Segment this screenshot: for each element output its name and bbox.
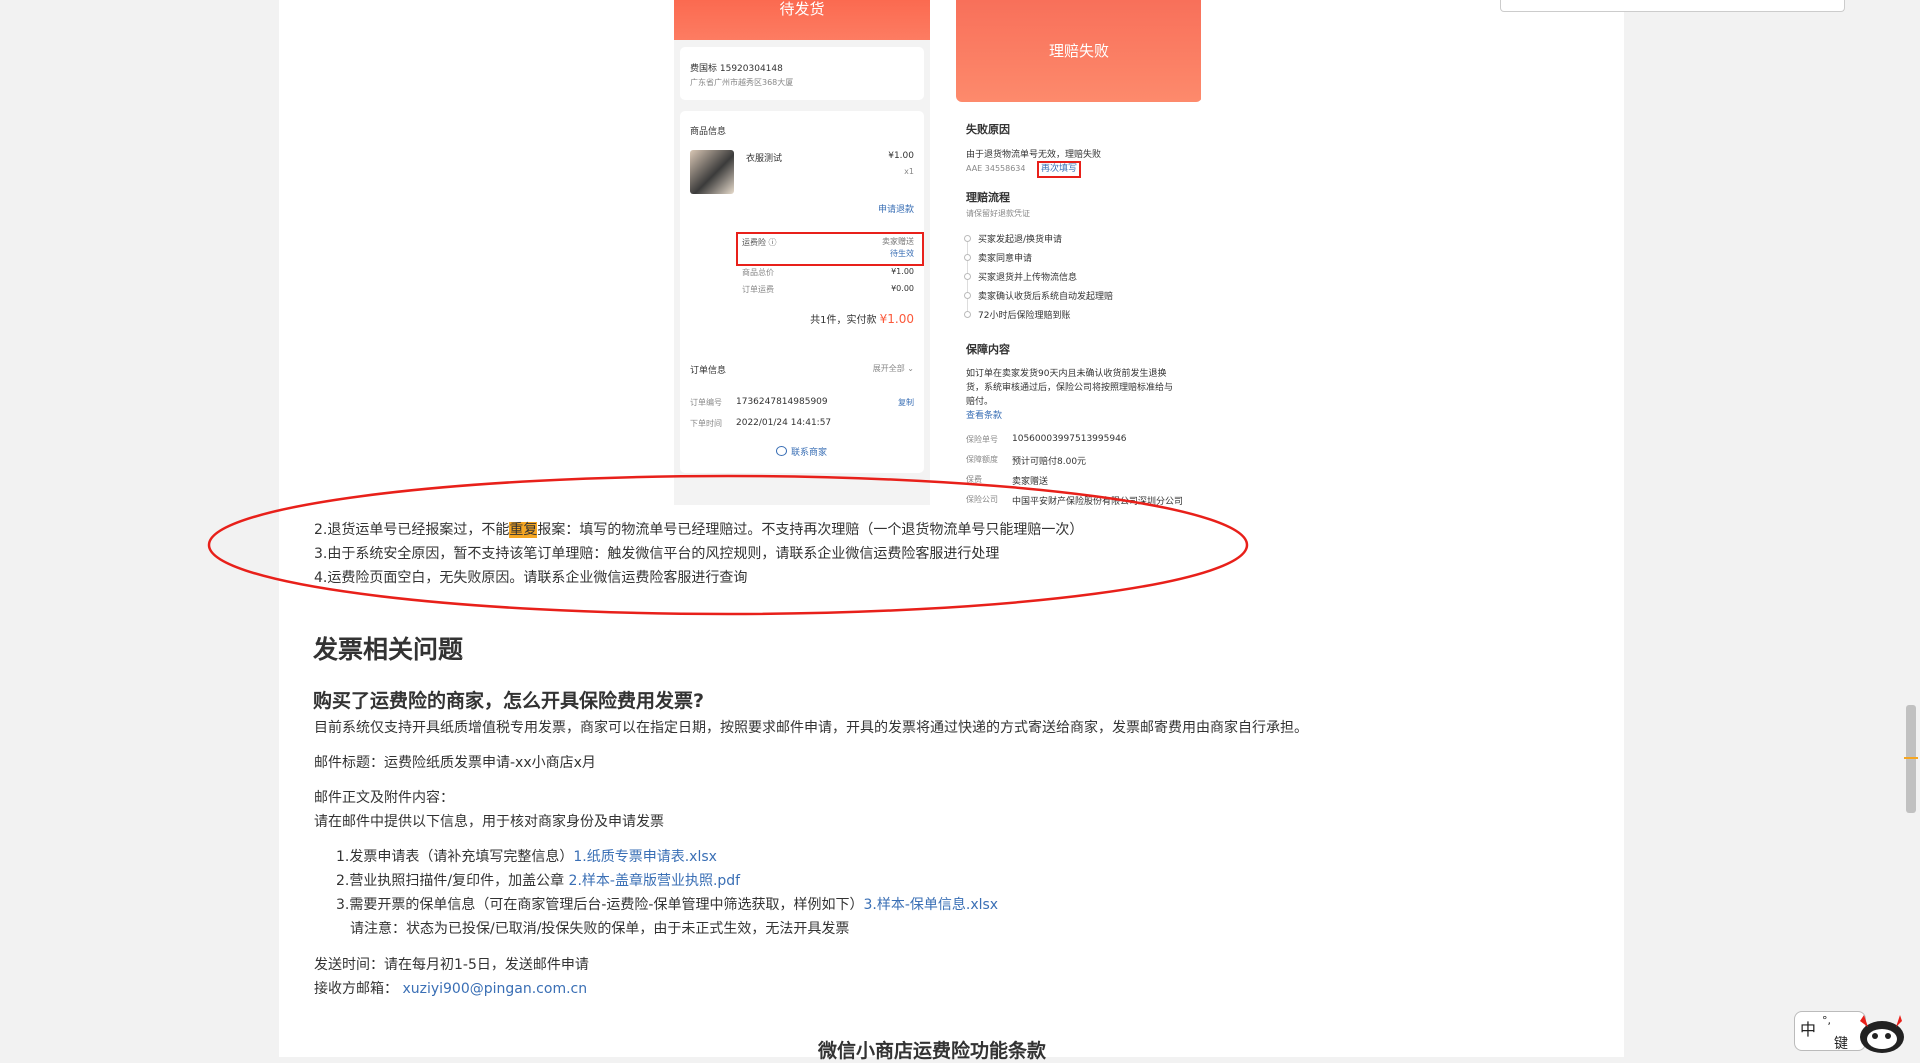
contact-merchant-label: 联系商家 xyxy=(791,448,828,458)
reason-line-2: 2.退货运单号已经报案过，不能重复报案：填写的物流单号已经理赔过。不支持再次理赔… xyxy=(314,519,1083,539)
list-item-3: 3.需要开票的保单信息（可在商家管理后台-运费险-保单管理中筛选获取，样例如下）… xyxy=(336,894,998,914)
email-subject: 邮件标题：运费险纸质发票申请-xx小商店x月 xyxy=(314,755,596,771)
freight-insurance-value: 卖家赠送 xyxy=(882,237,914,246)
goods-title: 商品信息 xyxy=(690,127,727,137)
flow-dot xyxy=(964,311,971,318)
reason-line-4: 4.运费险页面空白，无失败原因。请联系企业微信运费险客服进行查询 xyxy=(314,570,748,586)
flow-step-4: 卖家确认收货后系统自动发起理赔 xyxy=(978,292,1114,302)
receiver-email-label: 接收方邮箱： xyxy=(314,981,398,997)
invoice-intro: 目前系统仅支持开具纸质增值税专用发票，商家可以在指定日期，按照要求邮件申请，开具… xyxy=(314,720,1308,736)
receiver-email-link[interactable]: xuziyi900@pingan.com.cn xyxy=(402,981,587,997)
view-terms-link[interactable]: 查看条款 xyxy=(966,408,1002,421)
scrollbar-thumb[interactable] xyxy=(1906,705,1916,813)
order-total: 共1件，实付款 ¥1.00 xyxy=(810,311,914,326)
flow-step-5: 72小时后保险理赔到账 xyxy=(978,311,1071,321)
send-time: 发送时间：请在每月初1-5日，发送邮件申请 xyxy=(314,957,589,973)
flow-dot xyxy=(964,235,971,242)
order-info-card: 订单信息 展开全部 ⌄ 订单编号 1736247814985909 复制 下单时… xyxy=(680,348,924,473)
flow-title: 理赔流程 xyxy=(966,191,1010,204)
scroll-marker xyxy=(1904,757,1918,759)
ime-mascot-icon xyxy=(1860,1015,1904,1053)
invoice-question-heading: 购买了运费险的商家，怎么开具保险费用发票? xyxy=(313,690,705,712)
claim-detail-screenshot: 理赔失败 失败原因 由于退货物流单号无效，理赔失败 AAE 34558634 再… xyxy=(945,0,1201,505)
email-body-title: 邮件正文及附件内容： xyxy=(314,790,454,806)
address-name: 费国标 15920304148 xyxy=(690,64,783,74)
fail-title: 失败原因 xyxy=(966,123,1010,136)
email-body-desc: 请在邮件中提供以下信息，用于核对商家身份及申请发票 xyxy=(314,814,664,830)
refill-button[interactable]: 再次填写 xyxy=(1037,161,1082,178)
license-sample-link[interactable]: 2.样本-盖章版营业执照.pdf xyxy=(569,873,741,889)
claim-status-header: 理赔失败 xyxy=(956,0,1201,102)
order-time-value: 2022/01/24 14:41:57 xyxy=(736,418,832,428)
invoice-section-heading: 发票相关问题 xyxy=(313,635,464,664)
coverage-text-1: 如订单在卖家发货90天内且未确认收货前发生退换 xyxy=(966,369,1167,379)
chat-icon xyxy=(776,446,787,456)
flow-dot xyxy=(964,292,971,299)
freight-insurance-status[interactable]: 待生效 xyxy=(890,248,914,259)
expand-all[interactable]: 展开全部 ⌄ xyxy=(873,363,914,374)
flow-subtitle: 请保留好退款凭证 xyxy=(966,209,1030,218)
goods-total-value: ¥1.00 xyxy=(891,267,914,276)
order-no-value: 1736247814985909 xyxy=(736,397,828,407)
invoice-note: 请注意：状态为已投保/已取消/投保失败的保单，由于未正式生效，无法开具发票 xyxy=(350,921,850,937)
goods-card: 商品信息 衣服测试 ¥1.00 x1 申请退款 运费险 ⓘ 卖家赠送 待生效 商… xyxy=(680,111,924,373)
order-no-label: 订单编号 xyxy=(690,398,722,407)
contact-merchant-button[interactable]: 联系商家 xyxy=(776,445,827,458)
order-total-prefix: 共1件，实付款 xyxy=(810,315,877,326)
coverage-title: 保障内容 xyxy=(966,343,1010,356)
shipping-value: ¥0.00 xyxy=(891,284,914,293)
ime-keyboard[interactable]: 键 xyxy=(1834,1033,1848,1053)
list-item-2: 2.营业执照扫描件/复印件，加盖公章 2.样本-盖章版营业执照.pdf xyxy=(336,870,740,890)
floating-panel xyxy=(1500,0,1845,12)
policy-no-label: 保险单号 xyxy=(966,435,998,444)
fail-tracking: AAE 34558634 xyxy=(966,164,1026,173)
address-card: 费国标 15920304148 广东省广州市越秀区368大厦 xyxy=(680,47,924,100)
ime-lang[interactable]: 中 xyxy=(1800,1016,1816,1040)
receiver-email: 接收方邮箱： xuziyi900@pingan.com.cn xyxy=(314,978,587,998)
order-status: 待发货 xyxy=(779,0,825,18)
order-time-label: 下单时间 xyxy=(690,419,722,428)
goods-total-label: 商品总价 xyxy=(742,268,774,277)
address-detail: 广东省广州市越秀区368大厦 xyxy=(690,78,794,87)
list-item-2-text: 2.营业执照扫描件/复印件，加盖公章 xyxy=(336,873,565,889)
order-info-title: 订单信息 xyxy=(690,366,727,376)
policy-sample-link[interactable]: 3.样本-保单信息.xlsx xyxy=(863,897,998,913)
reason-line-2-a: 2.退货运单号已经报案过，不能 xyxy=(314,522,510,538)
goods-name: 衣服测试 xyxy=(746,154,783,164)
reason-line-2-b: 报案：填写的物流单号已经理赔过。不支持再次理赔（一个退货物流单号只能理赔一次） xyxy=(537,522,1084,538)
ime-punct[interactable]: °, xyxy=(1822,1014,1831,1027)
flow-step-3: 买家退货并上传物流信息 xyxy=(978,273,1078,283)
refund-link[interactable]: 申请退款 xyxy=(878,202,914,215)
list-item-1-text: 1.发票申请表（请补充填写完整信息） xyxy=(336,849,574,865)
invoice-form-link[interactable]: 1.纸质专票申请表.xlsx xyxy=(573,849,717,865)
flow-dot xyxy=(964,273,971,280)
list-item-1: 1.发票申请表（请补充填写完整信息）1.纸质专票申请表.xlsx xyxy=(336,846,717,866)
flow-step-2: 卖家同意申请 xyxy=(978,254,1033,264)
flow-step-1: 买家发起退/换货申请 xyxy=(978,235,1063,245)
terms-heading: 微信小商店运费险功能条款 xyxy=(818,1040,1047,1062)
ime-toolbar[interactable]: 中 °, 键 xyxy=(1790,1005,1918,1055)
coverage-text-3: 赔付。 xyxy=(966,397,994,407)
coverage-text-2: 货，系统审核通过后，保险公司将按照理赔标准给与 xyxy=(966,383,1174,393)
highlighted-word: 重复 xyxy=(509,522,538,538)
flow-dot xyxy=(964,254,971,261)
order-detail-screenshot: 待发货 费国标 15920304148 广东省广州市越秀区368大厦 商品信息 … xyxy=(674,0,930,505)
list-item-3-text: 3.需要开票的保单信息（可在商家管理后台-运费险-保单管理中筛选获取，样例如下） xyxy=(336,897,864,913)
goods-thumbnail xyxy=(690,150,734,194)
goods-qty: x1 xyxy=(904,167,914,176)
reason-line-3: 3.由于系统安全原因，暂不支持该笔订单理赔：触发微信平台的风控规则，请联系企业微… xyxy=(314,546,1000,562)
order-status-header: 待发货 xyxy=(674,0,930,40)
shipping-label: 订单运费 xyxy=(742,285,774,294)
amount-label: 保障额度 xyxy=(966,455,998,464)
goods-price: ¥1.00 xyxy=(888,151,914,161)
claim-status: 理赔失败 xyxy=(1048,42,1109,60)
freight-insurance-label: 运费险 ⓘ xyxy=(742,238,777,247)
order-total-value: ¥1.00 xyxy=(879,312,914,326)
amount-value: 预计可赔付8.00元 xyxy=(1012,457,1087,467)
fail-reason: 由于退货物流单号无效，理赔失败 xyxy=(966,150,1102,160)
copy-button[interactable]: 复制 xyxy=(898,397,914,408)
policy-no-value: 10560003997513995946 xyxy=(1012,434,1127,444)
